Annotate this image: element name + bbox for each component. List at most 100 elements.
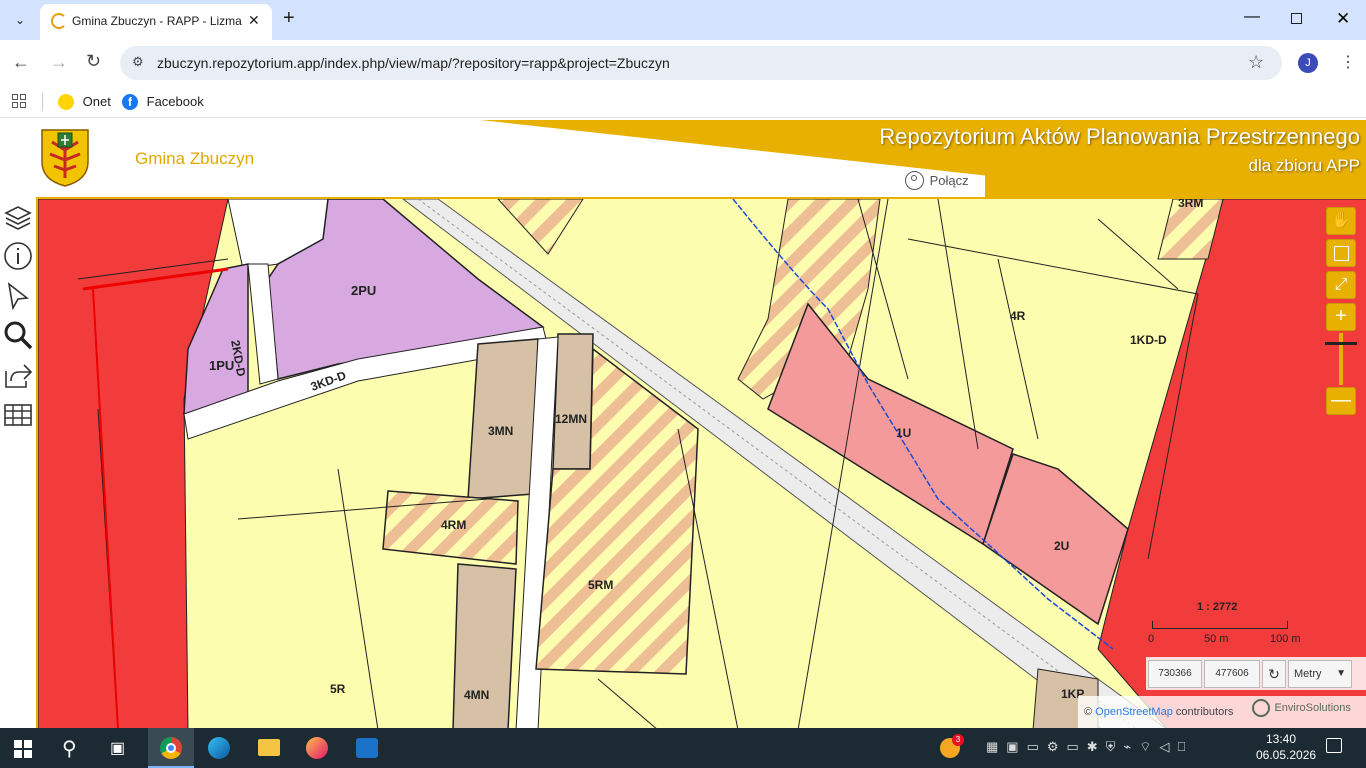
label-1kd-d: 1KD-D	[1130, 333, 1167, 347]
units-select[interactable]: Metry ▼	[1288, 660, 1352, 688]
tab-title: Gmina Zbuczyn - RAPP - Lizma	[72, 14, 242, 28]
banner-title: Repozytorium Aktów Planowania Przestrzen…	[879, 124, 1360, 149]
search-icon[interactable]	[2, 319, 34, 351]
facebook-icon: f	[122, 93, 138, 110]
coord-y-field[interactable]: 477606	[1204, 660, 1260, 688]
attribution-suffix: contributors	[1175, 706, 1234, 718]
zoom-slider[interactable]	[1339, 333, 1343, 385]
windows-taskbar: ⚲ ▣ 3 ▦▣▭⚙▭✱⛨⌁⌔◁⎕ 13:40 06.05.2026	[0, 728, 1366, 768]
envirosolutions-logo[interactable]: EnviroSolutions	[1252, 699, 1362, 725]
notifications-icon[interactable]	[1326, 738, 1342, 753]
url-field[interactable]: ⚙ zbuczyn.repozytorium.app/index.php/vie…	[120, 46, 1282, 80]
site-info-icon[interactable]: ⚙	[132, 54, 144, 70]
coord-x-field[interactable]: 730366	[1148, 660, 1202, 688]
edge-taskbar-icon[interactable]	[208, 737, 230, 759]
label-3mn: 3MN	[488, 424, 514, 438]
outlook-taskbar-icon[interactable]	[356, 738, 378, 758]
map-canvas[interactable]: 2PU 1PU 2KD-D 3KD-D 3MN 12MN 4RM 5RM 5R …	[36, 197, 1366, 728]
layers-icon[interactable]	[2, 201, 34, 233]
bookmark-onet[interactable]: Onet	[58, 93, 111, 111]
user-icon	[905, 171, 924, 190]
full-extent-button[interactable]: ⤢	[1326, 271, 1356, 299]
bookmark-label: Onet	[82, 94, 111, 110]
minimize-button[interactable]: —	[1244, 8, 1260, 26]
share-icon[interactable]	[2, 359, 34, 391]
attribution: © OpenStreetMap contributors	[1084, 706, 1233, 718]
address-toolbar: ← → ↻ ⚙ zbuczyn.repozytorium.app/index.p…	[0, 40, 1366, 86]
refresh-coords-icon[interactable]: ↻	[1262, 660, 1286, 688]
bookmark-facebook[interactable]: f Facebook	[122, 93, 204, 111]
label-12mn: 12MN	[555, 412, 588, 426]
login-label: Połącz	[929, 173, 969, 188]
url-text: zbuczyn.repozytorium.app/index.php/view/…	[157, 55, 670, 71]
tray-icons[interactable]: ▦▣▭⚙▭✱⛨⌁⌔◁⎕	[986, 739, 1193, 755]
chrome-taskbar-icon[interactable]	[148, 728, 194, 768]
bookmarks-bar: Onet f Facebook	[0, 86, 1366, 118]
search-taskbar-icon[interactable]: ⚲	[62, 736, 77, 761]
scale-tick-0: 0	[1148, 633, 1155, 645]
zoom-out-button[interactable]: —	[1326, 387, 1356, 415]
notification-app-icon[interactable]: 3	[940, 734, 964, 758]
browser-tab-bar: ⌄ Gmina Zbuczyn - RAPP - Lizma ✕ + — ✕	[0, 0, 1366, 40]
onet-icon	[58, 93, 74, 110]
task-view-icon[interactable]: ▣	[110, 738, 125, 758]
login-button[interactable]: Połącz	[905, 171, 969, 191]
bookmark-label: Facebook	[146, 94, 204, 110]
forward-icon[interactable]: →	[50, 52, 68, 73]
loading-icon	[51, 13, 67, 29]
zone-4mn	[452, 563, 517, 728]
label-5rm: 5RM	[588, 578, 614, 592]
new-tab-button[interactable]: +	[283, 7, 295, 30]
scale-text: 1 : 2772	[1197, 601, 1238, 613]
brand-text: EnviroSolutions	[1274, 702, 1351, 714]
attribute-table-icon[interactable]	[2, 399, 34, 431]
info-icon[interactable]	[2, 240, 34, 272]
zoom-slider-handle[interactable]	[1325, 342, 1357, 345]
logo-icon	[1252, 699, 1270, 717]
badge: 3	[952, 734, 964, 746]
zone-3mn	[467, 338, 539, 500]
bookmark-star-icon[interactable]: ☆	[1248, 52, 1264, 73]
menu-icon[interactable]: ⋮	[1340, 52, 1356, 72]
units-select-value: Metry	[1294, 668, 1322, 680]
file-explorer-icon[interactable]	[258, 739, 280, 756]
label-5r: 5R	[330, 682, 346, 696]
restore-button[interactable]	[1291, 13, 1302, 24]
chevron-down-icon: ▼	[1336, 668, 1346, 679]
clock-date[interactable]: 06.05.2026	[1256, 748, 1316, 762]
map-tools-sidebar	[0, 197, 36, 728]
close-tab-icon[interactable]: ✕	[248, 12, 260, 29]
scale-bar	[1152, 621, 1288, 629]
label-4rm: 4RM	[441, 518, 467, 532]
map-svg	[38, 199, 1366, 728]
label-4mn: 4MN	[464, 688, 490, 702]
osm-link[interactable]: OpenStreetMap	[1095, 706, 1173, 718]
coat-of-arms-logo[interactable]	[40, 128, 90, 188]
zone-12mn	[552, 333, 594, 470]
label-1pu: 1PU	[209, 358, 235, 373]
site-name[interactable]: Gmina Zbuczyn	[135, 149, 254, 169]
pan-hand-button[interactable]: ✋	[1326, 207, 1356, 235]
clock-time[interactable]: 13:40	[1266, 732, 1296, 746]
label-2u: 2U	[1054, 539, 1070, 553]
firefox-taskbar-icon[interactable]	[306, 737, 328, 759]
apps-icon[interactable]	[12, 94, 26, 108]
back-icon[interactable]: ←	[12, 52, 30, 73]
label-3rm: 3RM	[1178, 197, 1204, 210]
tab-active[interactable]: Gmina Zbuczyn - RAPP - Lizma ✕	[40, 4, 272, 40]
page-header: Gmina Zbuczyn Repozytorium Aktów Planowa…	[0, 120, 1366, 197]
label-1u: 1U	[896, 426, 912, 440]
reload-icon[interactable]: ↻	[86, 51, 101, 72]
bookmark-divider	[42, 93, 43, 111]
select-pointer-icon[interactable]	[2, 280, 34, 312]
zoom-in-button[interactable]: +	[1326, 303, 1356, 331]
attribution-prefix: ©	[1084, 706, 1093, 718]
windows-start-icon[interactable]	[14, 740, 32, 758]
scale-tick-100: 100 m	[1270, 633, 1301, 645]
banner-subtitle: dla zbioru APP	[1248, 156, 1360, 175]
tab-search-icon[interactable]: ⌄	[10, 11, 30, 29]
close-window-button[interactable]: ✕	[1336, 9, 1350, 29]
scale-tick-50: 50 m	[1204, 633, 1229, 645]
profile-avatar[interactable]: J	[1298, 53, 1318, 73]
zoom-box-button[interactable]	[1326, 239, 1356, 267]
